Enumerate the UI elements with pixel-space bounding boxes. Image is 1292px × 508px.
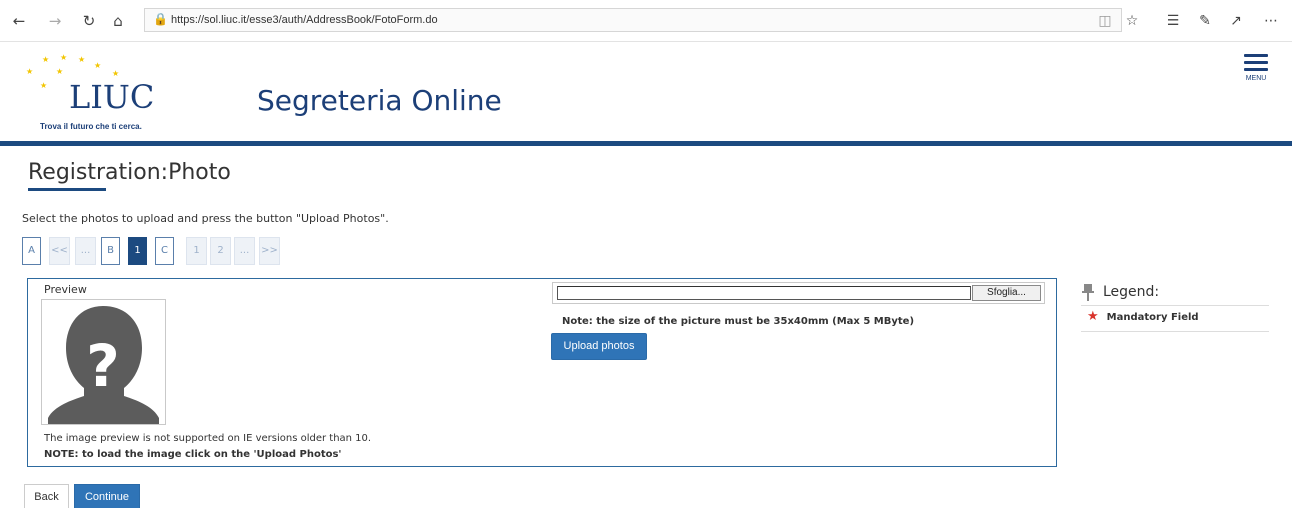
svg-text:★: ★ — [78, 55, 85, 64]
instructions-text: Select the photos to upload and press th… — [22, 212, 389, 225]
site-title: Segreteria Online — [257, 84, 502, 117]
file-picker: Sfoglia... — [552, 282, 1045, 304]
favorite-star-icon[interactable]: ☆ — [1121, 10, 1143, 32]
unknown-person-icon: ? — [42, 300, 165, 424]
svg-text:★: ★ — [60, 53, 67, 62]
site-header: ★ ★ ★ ★ ★ ★ ★ ★ LIUC Trova il futuro che… — [0, 42, 1292, 140]
share-icon[interactable]: ↗ — [1225, 10, 1247, 32]
reading-view-icon[interactable]: ◫ — [1094, 10, 1116, 32]
hamburger-icon — [1244, 54, 1268, 57]
menu-button[interactable]: MENU — [1241, 54, 1271, 94]
legend-title: Legend: — [1103, 284, 1160, 300]
svg-text:★: ★ — [56, 67, 63, 76]
page-title: Registration:Photo — [28, 160, 231, 185]
browser-toolbar: ← → ↻ ⌂ 🔒 https://sol.liuc.it/esse3/auth… — [0, 0, 1292, 42]
browse-button[interactable]: Sfoglia... — [972, 285, 1041, 301]
svg-text:★: ★ — [94, 61, 101, 70]
legend-divider-bottom — [1081, 331, 1269, 332]
back-button[interactable]: Back — [24, 484, 69, 508]
pager-step-b[interactable]: B — [101, 237, 120, 265]
mandatory-star-icon: ★ — [1087, 309, 1099, 324]
continue-button[interactable]: Continue — [74, 484, 140, 508]
legend-item-label: Mandatory Field — [1106, 312, 1199, 323]
pager-first[interactable]: << — [49, 237, 70, 265]
liuc-logo[interactable]: LIUC — [69, 78, 154, 116]
svg-text:★: ★ — [26, 67, 33, 76]
pager-current-page[interactable]: 1 — [128, 237, 147, 265]
upload-instruction-note: NOTE: to load the image click on the 'Up… — [44, 449, 342, 460]
logo-tagline: Trova il futuro che ti cerca. — [40, 122, 142, 131]
pager-last[interactable]: >> — [259, 237, 280, 265]
favorites-list-icon[interactable]: ☰ — [1162, 10, 1184, 32]
preview-label: Preview — [44, 283, 87, 296]
file-path-input[interactable] — [557, 286, 971, 300]
header-divider — [0, 141, 1292, 146]
legend-divider — [1081, 305, 1269, 306]
legend-item-mandatory: ★ Mandatory Field — [1087, 309, 1199, 324]
pager-step-c[interactable]: C — [155, 237, 174, 265]
home-icon[interactable]: ⌂ — [107, 10, 129, 32]
address-bar[interactable]: 🔒 https://sol.liuc.it/esse3/auth/Address… — [144, 8, 1122, 32]
menu-label: MENU — [1245, 75, 1267, 82]
pager-page-2[interactable]: 2 — [210, 237, 231, 265]
svg-text:?: ? — [86, 332, 120, 400]
pager-page-1[interactable]: 1 — [186, 237, 207, 265]
more-icon[interactable]: ⋯ — [1260, 10, 1282, 32]
refresh-icon[interactable]: ↻ — [78, 10, 100, 32]
pager-ellipsis-2: ... — [234, 237, 255, 265]
photo-upload-panel: Preview ? The image preview is not suppo… — [27, 278, 1057, 467]
svg-text:★: ★ — [40, 81, 47, 90]
upload-photos-button[interactable]: Upload photos — [551, 333, 647, 360]
pin-icon — [1082, 284, 1094, 301]
lock-icon: 🔒 — [153, 12, 168, 26]
photo-preview: ? — [41, 299, 166, 425]
url-text[interactable]: https://sol.liuc.it/esse3/auth/AddressBo… — [171, 14, 438, 26]
forward-icon[interactable]: → — [44, 10, 66, 32]
back-icon[interactable]: ← — [8, 10, 30, 32]
ie-support-note: The image preview is not supported on IE… — [44, 433, 372, 444]
pager-ellipsis: ... — [75, 237, 96, 265]
pager-step-a[interactable]: A — [22, 237, 41, 265]
title-underline — [28, 188, 106, 191]
svg-text:★: ★ — [112, 69, 119, 78]
svg-text:★: ★ — [42, 55, 49, 64]
pen-icon[interactable]: ✎ — [1194, 10, 1216, 32]
size-requirement-note: Note: the size of the picture must be 35… — [562, 316, 915, 327]
